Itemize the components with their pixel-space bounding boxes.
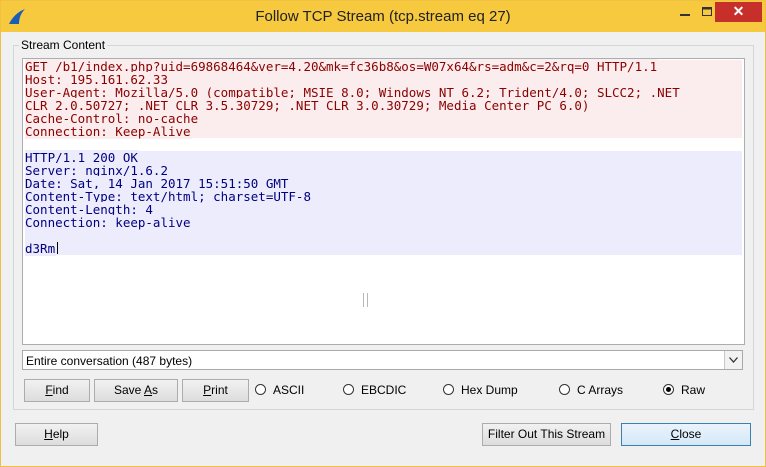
- server-body-line: d3Rm: [25, 241, 742, 256]
- stream-text-area[interactable]: GET /b1/index.php?uid=69868464&ver=4.20&…: [22, 58, 745, 345]
- conversation-select-value: Entire conversation (487 bytes): [26, 354, 193, 368]
- save-as-button[interactable]: Save As: [94, 379, 178, 402]
- radio-label-ebcdic: EBCDIC: [361, 383, 407, 397]
- minimize-button[interactable]: [674, 2, 696, 22]
- follow-tcp-stream-window: Follow TCP Stream (tcp.stream eq 27) ✕ S…: [0, 0, 766, 467]
- radio-hex-dump[interactable]: [443, 384, 454, 395]
- conversation-select[interactable]: Entire conversation (487 bytes): [22, 350, 743, 370]
- print-button[interactable]: Print: [182, 379, 249, 402]
- radio-c-arrays[interactable]: [559, 384, 570, 395]
- radio-label-c-arrays: C Arrays: [577, 383, 624, 397]
- text-cursor: [57, 242, 59, 254]
- chevron-down-icon: [729, 357, 738, 363]
- client-request-block: GET /b1/index.php?uid=69868464&ver=4.20&…: [25, 59, 742, 139]
- radio-label-hex-dump: Hex Dump: [461, 383, 518, 397]
- print-button-mnemonic: P: [203, 383, 212, 397]
- dropdown-button[interactable]: [724, 351, 742, 369]
- client-line: Connection: Keep-Alive: [25, 124, 742, 139]
- close-window-button[interactable]: ✕: [715, 2, 762, 22]
- radio-label-raw: Raw: [681, 383, 706, 397]
- server-line: Connection: keep-alive: [25, 215, 742, 230]
- stream-content-label: Stream Content: [19, 38, 108, 52]
- minimize-icon: [680, 14, 690, 16]
- radio-raw[interactable]: [663, 384, 674, 395]
- save-as-button-mnemonic: A: [144, 383, 153, 397]
- title-bar[interactable]: Follow TCP Stream (tcp.stream eq 27) ✕: [1, 1, 765, 32]
- find-button[interactable]: Find: [24, 379, 90, 402]
- help-button-mnemonic: H: [44, 427, 53, 441]
- radio-ebcdic[interactable]: [343, 384, 354, 395]
- server-response-block: HTTP/1.1 200 OK Server: nginx/1.6.2 Date…: [25, 150, 742, 256]
- window-title: Follow TCP Stream (tcp.stream eq 27): [255, 8, 511, 25]
- blank-line: [25, 229, 742, 242]
- radio-ascii[interactable]: [255, 384, 266, 395]
- filter-out-stream-button[interactable]: Filter Out This Stream: [482, 423, 611, 446]
- close-button[interactable]: Close: [621, 423, 751, 446]
- ibeam-cursor-icon: [363, 293, 368, 307]
- close-icon: ✕: [732, 3, 745, 19]
- help-button[interactable]: Help: [15, 423, 98, 446]
- find-button-mnemonic: F: [45, 383, 53, 397]
- stream-text: GET /b1/index.php?uid=69868464&ver=4.20&…: [23, 59, 744, 256]
- radio-label-ascii: ASCII: [273, 383, 305, 397]
